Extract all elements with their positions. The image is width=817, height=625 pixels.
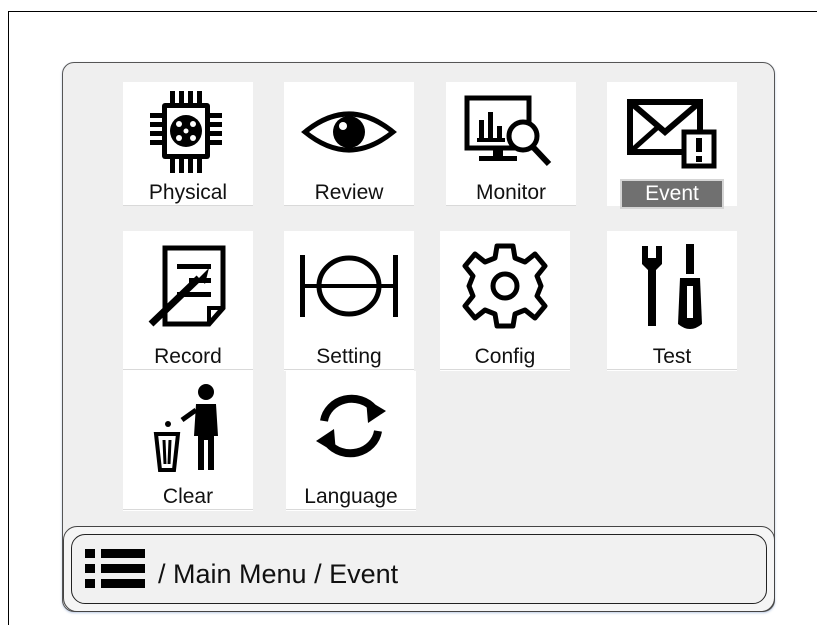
eye-icon bbox=[284, 82, 414, 182]
menu-item-label: Test bbox=[607, 345, 737, 370]
list-menu-icon[interactable] bbox=[83, 547, 147, 594]
menu-item-label: Review bbox=[284, 181, 414, 206]
window-left-border bbox=[8, 11, 9, 625]
menu-item-label: Clear bbox=[123, 485, 253, 510]
chip-icon bbox=[123, 82, 253, 182]
refresh-arrows-icon bbox=[286, 371, 416, 481]
menu-item-setting[interactable]: Setting bbox=[284, 231, 414, 371]
trash-person-icon bbox=[123, 371, 253, 481]
menu-item-review[interactable]: Review bbox=[284, 82, 414, 206]
menu-item-label: Physical bbox=[123, 181, 253, 206]
menu-item-label: Event bbox=[620, 179, 724, 209]
window-top-border bbox=[8, 11, 817, 12]
breadcrumb-path: / Main Menu / Event bbox=[158, 559, 399, 589]
menu-item-clear[interactable]: Clear bbox=[123, 371, 253, 511]
menu-item-label: Setting bbox=[284, 345, 414, 370]
menu-item-event[interactable]: Event bbox=[607, 82, 737, 209]
menu-item-physical[interactable]: Physical bbox=[123, 82, 253, 206]
gear-icon bbox=[440, 231, 570, 341]
menu-item-record[interactable]: Record bbox=[123, 231, 253, 371]
menu-item-label: Language bbox=[286, 485, 416, 510]
menu-item-test[interactable]: Test bbox=[607, 231, 737, 371]
menu-item-config[interactable]: Config bbox=[440, 231, 570, 371]
wrench-screwdriver-icon bbox=[607, 231, 737, 341]
monitor-search-icon bbox=[446, 82, 576, 182]
mail-alert-icon bbox=[607, 82, 737, 182]
menu-item-language[interactable]: Language bbox=[286, 371, 416, 511]
menu-item-label: Config bbox=[440, 345, 570, 370]
theta-bracket-icon bbox=[284, 231, 414, 341]
menu-item-monitor[interactable]: Monitor bbox=[446, 82, 576, 206]
menu-item-label: Monitor bbox=[446, 181, 576, 206]
menu-item-label: Record bbox=[123, 345, 253, 370]
document-pen-icon bbox=[123, 231, 253, 341]
